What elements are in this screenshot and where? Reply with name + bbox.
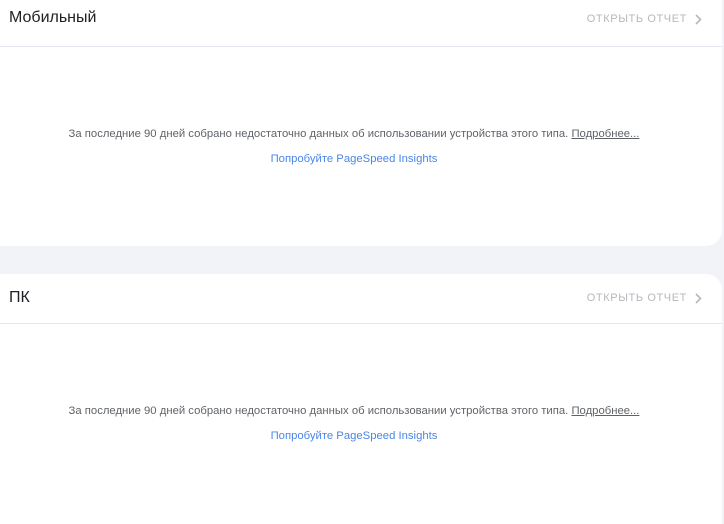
learn-more-link[interactable]: Подробнее... <box>571 128 639 140</box>
learn-more-link[interactable]: Подробнее... <box>571 405 639 417</box>
open-report-label: ОТКРЫТЬ ОТЧЕТ <box>586 13 687 25</box>
mobile-card: Мобильный ОТКРЫТЬ ОТЧЕТ За последние 90 … <box>0 0 722 246</box>
desktop-card: ПК ОТКРЫТЬ ОТЧЕТ За последние 90 дней со… <box>0 274 722 524</box>
mobile-card-title: Мобильный <box>9 9 97 26</box>
mobile-card-header: Мобильный ОТКРЫТЬ ОТЧЕТ <box>0 0 722 47</box>
desktop-card-body: За последние 90 дней собрано недостаточн… <box>0 404 722 444</box>
message-text: За последние 90 дней собрано недостаточн… <box>68 405 569 417</box>
pagespeed-insights-link[interactable]: Попробуйте PageSpeed Insights <box>271 153 438 165</box>
desktop-open-report-button[interactable]: ОТКРЫТЬ ОТЧЕТ <box>587 292 702 304</box>
insufficient-data-message: За последние 90 дней собрано недостаточн… <box>0 127 722 141</box>
insufficient-data-message: За последние 90 дней собрано недостаточн… <box>0 404 722 418</box>
chevron-right-icon <box>695 292 702 304</box>
message-text: За последние 90 дней собрано недостаточн… <box>68 128 569 140</box>
chevron-right-icon <box>695 13 702 25</box>
mobile-card-body: За последние 90 дней собрано недостаточн… <box>0 127 722 167</box>
open-report-label: ОТКРЫТЬ ОТЧЕТ <box>586 292 687 304</box>
pagespeed-insights-link[interactable]: Попробуйте PageSpeed Insights <box>271 430 438 442</box>
desktop-card-title: ПК <box>9 289 30 306</box>
mobile-open-report-button[interactable]: ОТКРЫТЬ ОТЧЕТ <box>587 13 702 25</box>
desktop-card-header: ПК ОТКРЫТЬ ОТЧЕТ <box>0 274 722 324</box>
